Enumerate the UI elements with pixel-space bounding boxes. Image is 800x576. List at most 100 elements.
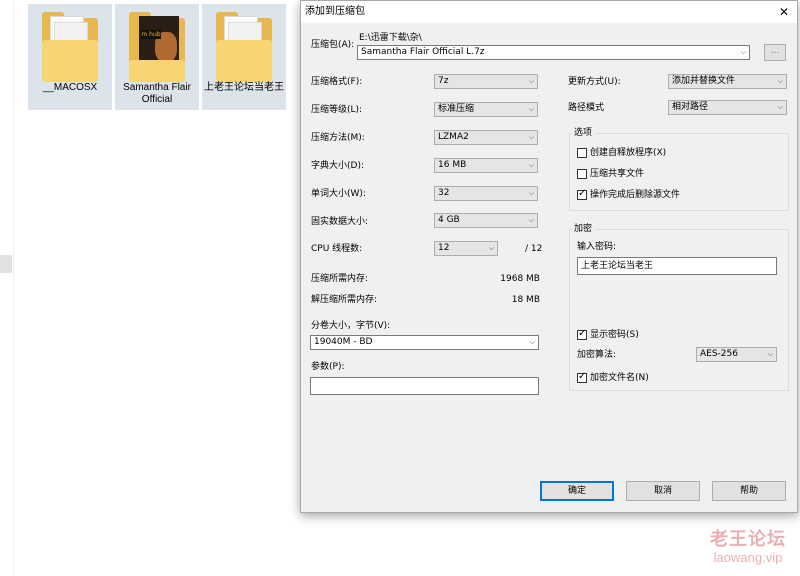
scroll-marker[interactable] [0, 255, 12, 273]
folder-label: 上老王论坛当老王 [204, 82, 284, 93]
dict-size-label: 字典大小(D): [311, 161, 364, 171]
encryption-method-value: AES-256 [700, 349, 738, 359]
word-size-select[interactable]: 32 ⌵ [434, 186, 538, 201]
delete-after-label: 操作完成后删除源文件 [590, 190, 681, 200]
encryption-title: 加密 [572, 223, 595, 235]
threads-max: / 12 [525, 244, 543, 254]
word-size-label: 单词大小(W): [311, 189, 366, 199]
checkbox-box: ✓ [577, 371, 587, 383]
format-label: 压缩格式(F): [311, 77, 363, 87]
archive-path: E:\迅雷下载\杂\ [359, 33, 422, 43]
delete-after-checkbox[interactable]: ✓ 操作完成后删除源文件 [577, 188, 681, 201]
mem-compress-label: 压缩所需内存: [311, 274, 369, 284]
encryption-group [569, 229, 789, 391]
chevron-down-icon: ⌵ [528, 216, 534, 224]
dict-size-select[interactable]: 16 MB ⌵ [434, 158, 538, 173]
shared-files-label: 压缩共享文件 [590, 169, 645, 179]
level-value: 标准压缩 [438, 104, 475, 114]
folder-icon [216, 12, 272, 82]
watermark: 老王论坛 laowang.vip [696, 528, 800, 566]
method-value: LZMA2 [438, 132, 469, 142]
chevron-down-icon: ⌵ [777, 103, 783, 111]
archive-name-value: Samantha Flair Official L.7z [361, 47, 485, 57]
update-mode-select[interactable]: 添加并替换文件 ⌵ [668, 74, 787, 89]
level-label: 压缩等级(L): [311, 105, 363, 115]
mem-compress-value: 1968 MB [500, 274, 540, 284]
browse-button[interactable]: ... [764, 44, 786, 61]
image-folder-icon: m hub [129, 12, 185, 82]
folder-item-samantha[interactable]: m hub Samantha Flair Official [115, 4, 199, 110]
chevron-down-icon: ⌵ [528, 105, 534, 113]
checkbox-box: ✓ [577, 328, 587, 340]
ok-button[interactable]: 确定 [540, 481, 614, 501]
chevron-down-icon: ⌵ [767, 350, 773, 358]
threads-label: CPU 线程数: [311, 244, 363, 254]
archive-name-combo[interactable]: Samantha Flair Official L.7z ⌵ [357, 45, 750, 60]
title-bar[interactable]: 添加到压缩包 ✕ [301, 1, 797, 23]
folder-label: Samantha Flair Official [123, 82, 191, 105]
update-mode-label: 更新方式(U): [568, 77, 621, 87]
chevron-down-icon: ⌵ [528, 161, 534, 169]
encryption-method-select[interactable]: AES-256 ⌵ [696, 347, 777, 362]
mem-decompress-label: 解压缩所需内存: [311, 295, 378, 305]
dict-size-value: 16 MB [438, 160, 467, 170]
check-icon: ✓ [578, 188, 587, 199]
volume-label: 分卷大小，字节(V): [311, 321, 391, 331]
chevron-down-icon: ⌵ [777, 77, 783, 85]
folder-item-laowang[interactable]: 上老王论坛当老王 [202, 4, 286, 110]
format-value: 7z [438, 76, 449, 86]
volume-value: 19040M - BD [314, 337, 373, 347]
method-select[interactable]: LZMA2 ⌵ [434, 130, 538, 145]
dialog-title: 添加到压缩包 [305, 6, 365, 17]
close-icon[interactable]: ✕ [771, 1, 797, 23]
shared-files-checkbox[interactable]: 压缩共享文件 [577, 168, 644, 180]
checkbox-box: ✓ [577, 188, 587, 200]
password-input[interactable]: 上老王论坛当老王 [577, 257, 777, 275]
encrypt-names-label: 加密文件名(N) [590, 373, 649, 383]
password-label: 输入密码: [577, 242, 617, 252]
checkbox-box [577, 169, 587, 179]
solid-block-value: 4 GB [438, 215, 460, 225]
show-password-checkbox[interactable]: ✓ 显示密码(S) [577, 328, 639, 341]
update-mode-value: 添加并替换文件 [672, 76, 736, 86]
thumbnail-logo: m hub [141, 30, 161, 39]
params-label: 参数(P): [311, 362, 345, 372]
format-select[interactable]: 7z ⌵ [434, 74, 538, 89]
chevron-down-icon: ⌵ [488, 244, 494, 252]
folder-item-macosx[interactable]: __MACOSX [28, 4, 112, 110]
checkbox-box [577, 148, 587, 158]
watermark-url: laowang.vip [713, 550, 783, 565]
word-size-value: 32 [438, 188, 450, 198]
add-to-archive-dialog: 添加到压缩包 ✕ 压缩包(A): E:\迅雷下载\杂\ Samantha Fla… [300, 0, 798, 513]
check-icon: ✓ [578, 371, 587, 382]
cancel-button[interactable]: 取消 [626, 481, 700, 501]
volume-combo[interactable]: 19040M - BD ⌵ [310, 335, 539, 350]
solid-block-label: 固实数据大小: [311, 217, 369, 227]
chevron-down-icon: ⌵ [529, 338, 535, 346]
path-mode-value: 相对路径 [672, 102, 709, 112]
show-password-label: 显示密码(S) [590, 330, 639, 340]
help-button[interactable]: 帮助 [712, 481, 786, 501]
solid-block-select[interactable]: 4 GB ⌵ [434, 213, 538, 228]
path-mode-label: 路径模式 [568, 103, 605, 113]
sfx-checkbox[interactable]: 创建自释放程序(X) [577, 147, 666, 159]
chevron-down-icon: ⌵ [740, 48, 746, 56]
threads-select[interactable]: 12 ⌵ [434, 241, 498, 256]
method-label: 压缩方法(M): [311, 133, 365, 143]
watermark-title: 老王论坛 [710, 529, 786, 549]
archive-label: 压缩包(A): [311, 40, 355, 50]
params-input[interactable] [310, 377, 539, 395]
folder-icon [42, 12, 98, 82]
folder-label: __MACOSX [42, 82, 98, 93]
level-select[interactable]: 标准压缩 ⌵ [434, 102, 538, 117]
mem-decompress-value: 18 MB [511, 295, 540, 305]
sfx-label: 创建自释放程序(X) [590, 148, 667, 158]
encrypt-names-checkbox[interactable]: ✓ 加密文件名(N) [577, 371, 649, 384]
threads-value: 12 [438, 243, 450, 253]
options-title: 选项 [572, 127, 595, 139]
navigation-pane-edge [0, 0, 14, 576]
path-mode-select[interactable]: 相对路径 ⌵ [668, 100, 787, 115]
chevron-down-icon: ⌵ [528, 133, 534, 141]
encryption-method-label: 加密算法: [577, 350, 617, 360]
chevron-down-icon: ⌵ [528, 77, 534, 85]
